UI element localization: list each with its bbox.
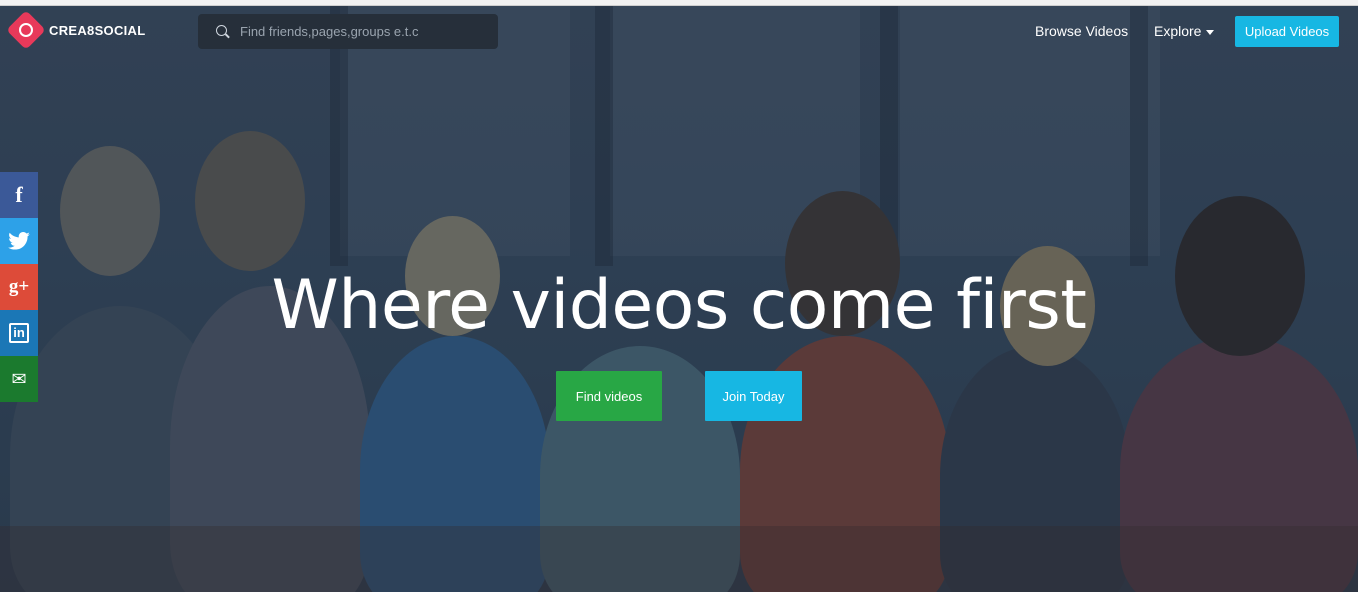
brand-name: CREA8SOCIAL xyxy=(49,22,146,38)
facebook-share-button[interactable]: f xyxy=(0,172,38,218)
twitter-icon xyxy=(8,232,30,250)
join-today-button[interactable]: Join Today xyxy=(705,371,802,421)
explore-label: Explore xyxy=(1154,23,1202,39)
hero-headline: Where videos come first xyxy=(271,266,1087,345)
explore-dropdown[interactable]: Explore xyxy=(1154,23,1215,39)
search-bar xyxy=(198,14,498,49)
search-icon xyxy=(216,24,230,39)
brand-logo[interactable]: CREA8SOCIAL xyxy=(6,10,146,50)
find-videos-button[interactable]: Find videos xyxy=(556,371,662,421)
upload-videos-button[interactable]: Upload Videos xyxy=(1235,16,1339,47)
browse-videos-link[interactable]: Browse Videos xyxy=(1035,23,1128,39)
top-navbar: CREA8SOCIAL Browse Videos Explore Upload… xyxy=(0,6,1358,60)
search-input[interactable] xyxy=(240,24,490,39)
email-icon: ✉ xyxy=(11,368,27,389)
caret-down-icon xyxy=(1206,29,1215,35)
twitter-share-button[interactable] xyxy=(0,218,38,264)
email-share-button[interactable]: ✉ xyxy=(0,356,38,402)
facebook-icon: f xyxy=(15,182,23,207)
logo-icon xyxy=(6,10,46,50)
